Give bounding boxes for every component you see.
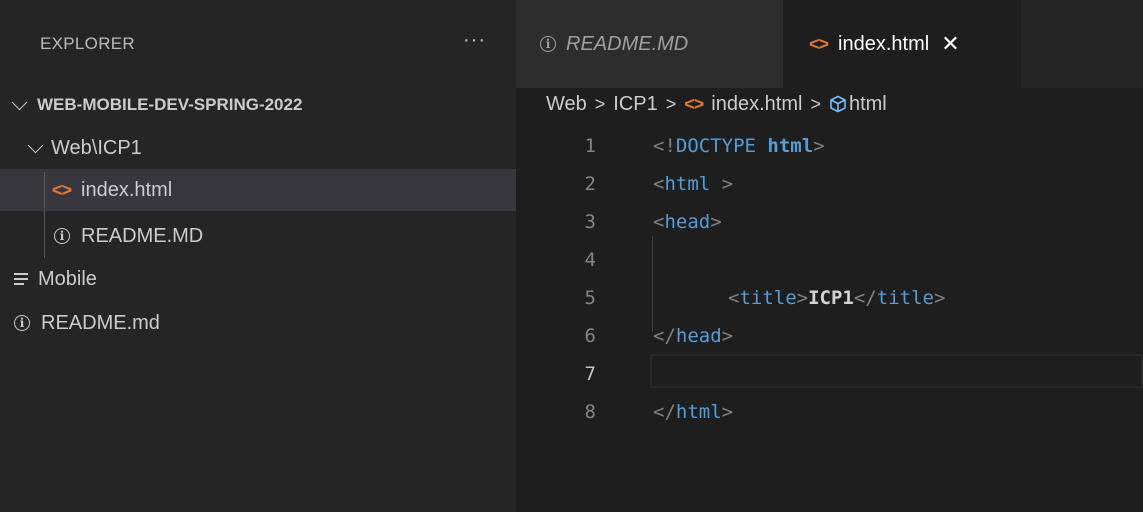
line-number: 6 — [584, 325, 596, 347]
line-number: 1 — [584, 135, 596, 157]
html-file-icon: <> — [52, 179, 72, 200]
code-line: 4 — [516, 240, 1143, 280]
code-line: 2 <html > — [516, 164, 1143, 204]
chevron-right-icon: > — [594, 93, 606, 114]
code-text: <title>ICP1</title> — [728, 287, 946, 309]
tree-file-readme-md[interactable]: i README.MD — [0, 215, 516, 257]
info-icon: i — [540, 36, 556, 52]
file-label-index: index.html — [81, 178, 173, 201]
html-file-icon: <> — [809, 33, 829, 54]
tree-file-index-html[interactable]: <> index.html — [0, 169, 516, 211]
explorer-title: EXPLORER — [40, 34, 135, 53]
explorer-header: EXPLORER ··· — [0, 0, 516, 88]
file-label-readme: README.MD — [81, 224, 204, 247]
code-line: 6 </head> — [516, 316, 1143, 356]
vscode-window: EXPLORER ··· WEB-MOBILE-DEV-SPRING-2022 … — [0, 0, 1143, 512]
indent-guide — [44, 172, 45, 258]
tab-bar: i README.MD <> index.html ✕ — [516, 0, 1143, 88]
line-number: 2 — [584, 173, 596, 195]
line-number: 5 — [584, 287, 596, 309]
chevron-right-icon: > — [810, 93, 821, 114]
editor-area: i README.MD <> index.html ✕ Web > ICP1 >… — [516, 0, 1143, 512]
info-icon: i — [54, 228, 70, 244]
breadcrumb-item-html[interactable]: html — [849, 93, 887, 116]
text-lines-icon — [14, 273, 28, 285]
code-line: 3 <head> — [516, 202, 1143, 242]
code-text: </head> — [653, 325, 734, 347]
tree-file-mobile[interactable]: Mobile — [0, 258, 516, 300]
code-text: <head> — [653, 211, 722, 233]
root-folder-label: WEB-MOBILE-DEV-SPRING-2022 — [37, 95, 303, 114]
line-number: 4 — [584, 249, 596, 271]
line-number: 8 — [584, 401, 596, 423]
info-icon: i — [14, 315, 30, 331]
close-icon[interactable]: ✕ — [941, 32, 959, 57]
breadcrumb: Web > ICP1 > <> index.html > html — [516, 88, 1143, 120]
breadcrumb-item-index[interactable]: index.html — [711, 93, 802, 116]
code-line: 1 <!DOCTYPE html> — [516, 126, 1143, 166]
tree-file-root-readme[interactable]: i README.md — [0, 302, 516, 344]
code-text: <!DOCTYPE html> — [653, 135, 825, 157]
explorer-sidebar: EXPLORER ··· WEB-MOBILE-DEV-SPRING-2022 … — [0, 0, 516, 512]
chevron-right-icon: > — [665, 93, 677, 114]
tab-readme-md[interactable]: i README.MD — [516, 0, 783, 88]
code-line-current: 7 — [516, 354, 1143, 394]
code-text: <html > — [653, 173, 734, 195]
line-number: 3 — [584, 211, 596, 233]
file-label-mobile: Mobile — [38, 267, 97, 290]
folder-label: Web\ICP1 — [51, 136, 142, 159]
tab-bar-empty — [1021, 0, 1143, 88]
tab-label-readme: README.MD — [566, 32, 689, 55]
chevron-down-icon — [27, 137, 44, 153]
html-file-icon: <> — [684, 93, 704, 114]
code-text: </html> — [653, 401, 734, 423]
code-editor[interactable]: 1 <!DOCTYPE html> 2 <html > 3 <head> 4 5… — [516, 124, 1143, 512]
tab-index-html[interactable]: <> index.html ✕ — [783, 0, 1021, 88]
file-label-root-readme: README.md — [41, 311, 160, 334]
tree-root-folder[interactable]: WEB-MOBILE-DEV-SPRING-2022 — [0, 84, 516, 126]
code-line: 8 </html> — [516, 392, 1143, 432]
chevron-down-icon — [11, 94, 28, 110]
code-line: 5 <title>ICP1</title> — [516, 278, 1143, 318]
tab-label-index: index.html — [838, 32, 930, 55]
tree-folder-web-icp1[interactable]: Web\ICP1 — [0, 127, 516, 169]
symbol-cube-icon — [830, 95, 846, 113]
breadcrumb-item-web[interactable]: Web — [546, 93, 587, 116]
line-number: 7 — [584, 363, 596, 385]
ellipsis-icon[interactable]: ··· — [463, 29, 486, 52]
breadcrumb-item-icp1[interactable]: ICP1 — [613, 93, 657, 116]
